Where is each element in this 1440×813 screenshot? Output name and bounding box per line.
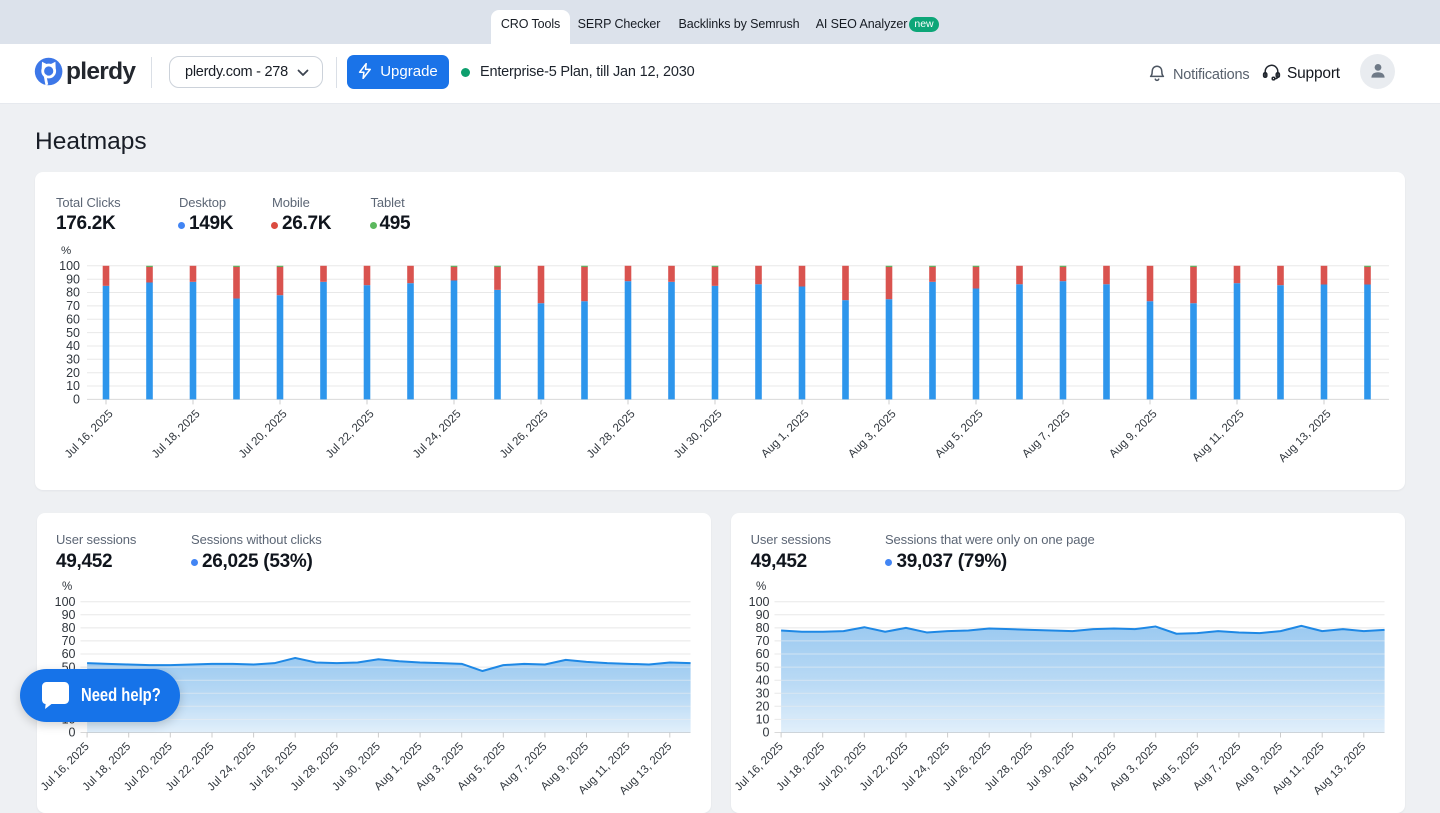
svg-text:Aug 11, 2025: Aug 11, 2025 bbox=[1190, 408, 1246, 464]
svg-text:90: 90 bbox=[66, 272, 80, 286]
svg-text:Aug 1, 2025: Aug 1, 2025 bbox=[759, 408, 811, 460]
svg-text:60: 60 bbox=[61, 647, 75, 661]
svg-text:Jul 26, 2025: Jul 26, 2025 bbox=[498, 408, 551, 461]
svg-text:Jul 24, 2025: Jul 24, 2025 bbox=[411, 408, 464, 461]
svg-text:70: 70 bbox=[61, 634, 75, 648]
svg-text:%: % bbox=[756, 581, 766, 593]
svg-text:50: 50 bbox=[755, 660, 769, 674]
svg-text:30: 30 bbox=[66, 352, 80, 366]
svg-text:100: 100 bbox=[59, 259, 80, 273]
svg-text:%: % bbox=[62, 581, 72, 593]
svg-text:Jul 30, 2025: Jul 30, 2025 bbox=[672, 408, 725, 461]
svg-text:Jul 22, 2025: Jul 22, 2025 bbox=[324, 408, 377, 461]
svg-text:Aug 13, 2025: Aug 13, 2025 bbox=[1277, 408, 1334, 465]
svg-text:Jul 28, 2025: Jul 28, 2025 bbox=[585, 408, 638, 461]
svg-text:90: 90 bbox=[61, 608, 75, 622]
svg-text:70: 70 bbox=[66, 299, 80, 313]
svg-text:10: 10 bbox=[755, 712, 769, 726]
svg-text:20: 20 bbox=[755, 699, 769, 713]
svg-text:Aug 7, 2025: Aug 7, 2025 bbox=[1020, 408, 1072, 460]
svg-text:0: 0 bbox=[762, 725, 769, 739]
svg-text:%: % bbox=[61, 245, 71, 257]
svg-text:70: 70 bbox=[755, 634, 769, 648]
svg-text:60: 60 bbox=[66, 312, 80, 326]
svg-text:60: 60 bbox=[755, 647, 769, 661]
svg-text:10: 10 bbox=[66, 379, 80, 393]
svg-text:Jul 20, 2025: Jul 20, 2025 bbox=[237, 408, 290, 461]
svg-text:80: 80 bbox=[755, 621, 769, 635]
svg-text:30: 30 bbox=[755, 686, 769, 700]
svg-text:80: 80 bbox=[66, 286, 80, 300]
svg-text:100: 100 bbox=[748, 594, 769, 608]
svg-text:90: 90 bbox=[755, 608, 769, 622]
svg-text:Aug 5, 2025: Aug 5, 2025 bbox=[933, 408, 985, 460]
svg-text:Jul 16, 2025: Jul 16, 2025 bbox=[63, 408, 116, 461]
svg-text:Jul 18, 2025: Jul 18, 2025 bbox=[150, 408, 203, 461]
svg-text:20: 20 bbox=[66, 366, 80, 380]
svg-text:40: 40 bbox=[66, 339, 80, 353]
svg-text:100: 100 bbox=[54, 594, 75, 608]
svg-text:0: 0 bbox=[73, 393, 80, 407]
svg-text:Aug 9, 2025: Aug 9, 2025 bbox=[1107, 408, 1159, 460]
svg-text:80: 80 bbox=[61, 621, 75, 635]
svg-text:0: 0 bbox=[68, 725, 75, 739]
svg-text:Aug 3, 2025: Aug 3, 2025 bbox=[846, 408, 898, 460]
svg-text:50: 50 bbox=[66, 326, 80, 340]
svg-text:40: 40 bbox=[755, 673, 769, 687]
